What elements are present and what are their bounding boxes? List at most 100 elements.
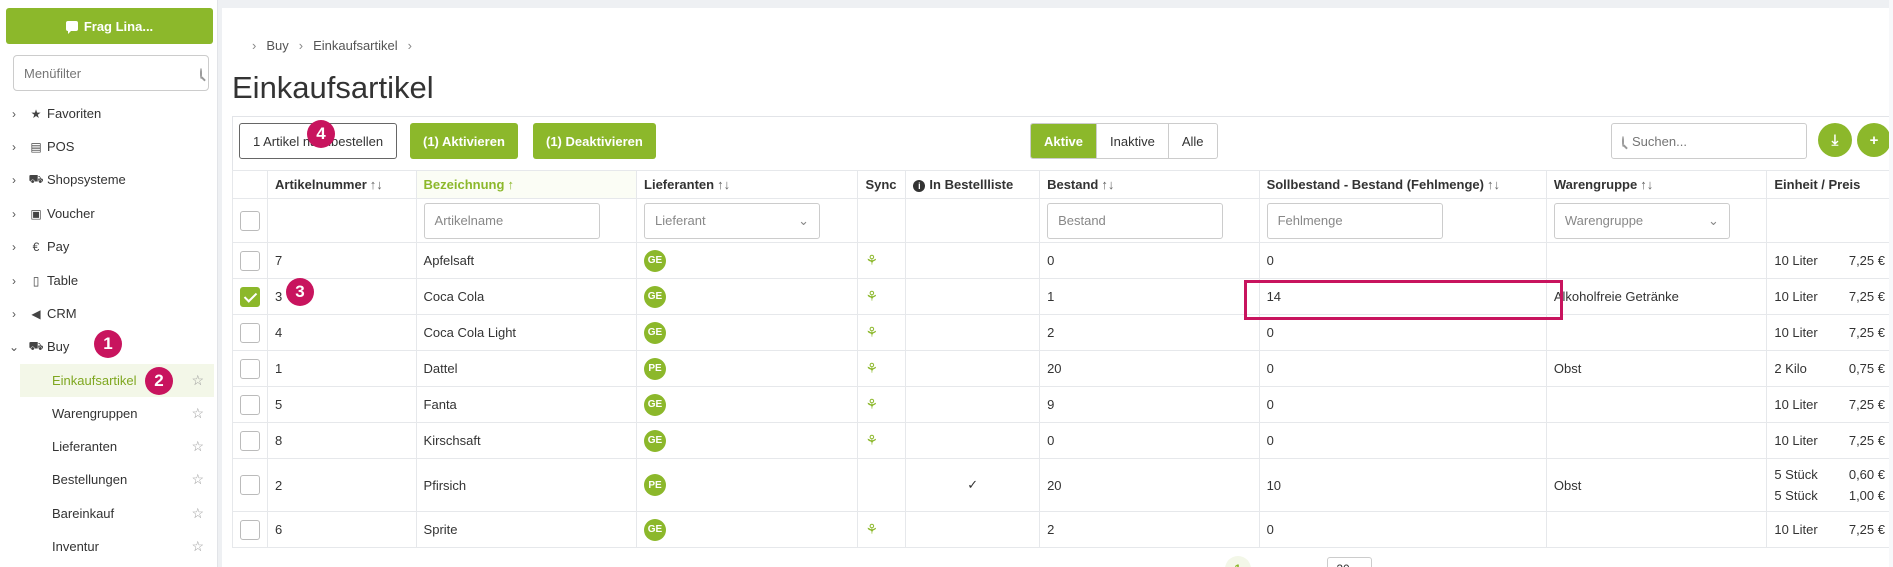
select-all-checkbox[interactable]: [240, 210, 260, 231]
table-row[interactable]: 3 Coca Cola GE ⚘ 1 14 Alkoholfreie Geträ…: [232, 278, 1893, 315]
supplier-badge: PE: [644, 357, 667, 380]
sidebar-item-shopsysteme[interactable]: › ⛟ Shopsysteme: [0, 163, 218, 196]
row-checkbox[interactable]: [240, 519, 260, 540]
filter-inactive-tab[interactable]: Inaktive: [1096, 124, 1168, 158]
sidebar-subitem-bestellungen[interactable]: Bestellungen ☆: [20, 463, 214, 496]
breadcrumb-einkaufsartikel[interactable]: Einkaufsartikel: [313, 38, 398, 53]
plus-icon: +: [1869, 131, 1879, 149]
prev-page-icon[interactable]: ‹: [1199, 562, 1203, 567]
filter-all-tab[interactable]: Alle: [1167, 124, 1217, 158]
menu-filter[interactable]: [13, 55, 209, 91]
last-page-icon[interactable]: »: [1299, 562, 1306, 567]
missing-filter-input[interactable]: Fehlmenge: [1266, 202, 1443, 239]
header-name[interactable]: Bezeichnung ↑: [415, 170, 638, 199]
filter-active-tab[interactable]: Aktive: [1031, 124, 1097, 158]
sidebar-item-label: CRM: [47, 306, 77, 321]
activate-button[interactable]: (1) Aktivieren: [410, 123, 518, 159]
frag-lina-button[interactable]: Frag Lina...: [6, 8, 213, 44]
row-checkbox[interactable]: [240, 322, 260, 343]
group-filter-select[interactable]: Warengruppe ⌄: [1553, 202, 1730, 239]
name-filter-input[interactable]: Artikelname: [423, 202, 600, 239]
star-outline-icon[interactable]: ☆: [191, 438, 204, 455]
sort-icon: ↑↓: [369, 177, 383, 192]
scrollbar-track[interactable]: [1889, 0, 1893, 567]
star-outline-icon[interactable]: ☆: [191, 538, 204, 555]
pos-icon: ▤: [30, 139, 42, 154]
header-target[interactable]: Sollbestand - Bestand (Fehlmenge) ↑↓: [1258, 170, 1547, 199]
search-input[interactable]: [1632, 133, 1808, 149]
sidebar-subitem-label: Lieferanten: [52, 439, 118, 454]
gift-icon: ▣: [30, 206, 42, 221]
row-checkbox[interactable]: [240, 430, 260, 451]
sidebar-subitem-lieferanten[interactable]: Lieferanten ☆: [20, 430, 214, 463]
deactivate-button[interactable]: (1) Deaktivieren: [533, 123, 656, 159]
supplier-filter-select[interactable]: Lieferant ⌄: [644, 202, 821, 239]
sync-icon: ⚘: [865, 288, 879, 304]
table-row[interactable]: 6 Sprite GE ⚘ 2 0 10 Liter 7,25 €: [232, 511, 1893, 548]
sidebar-item-pos[interactable]: › ▤ POS: [0, 130, 218, 163]
star-icon: ★: [30, 106, 42, 121]
sidebar-subitem-label: Einkaufsartikel: [52, 373, 137, 388]
chevron-down-icon: ⌄: [1707, 212, 1719, 228]
table-row[interactable]: 5 Fanta GE ⚘ 9 0 10 Liter 7,25 €: [232, 386, 1893, 423]
header-supplier[interactable]: Lieferanten ↑↓: [636, 170, 859, 199]
table-row[interactable]: 8 Kirschsaft GE ⚘ 0 0 10 Liter 7,25 €: [232, 422, 1893, 459]
sort-icon: ↑↓: [1640, 177, 1654, 192]
sidebar-subitem-label: Inventur: [52, 539, 99, 554]
page-size-select[interactable]: 20 ⌄: [1327, 557, 1373, 567]
supplier-badge: GE: [644, 518, 667, 541]
supplier-badge: GE: [644, 393, 667, 416]
sidebar-subitem-einkaufsartikel[interactable]: Einkaufsartikel ☆: [20, 364, 214, 397]
sync-icon: ⚘: [865, 432, 879, 448]
star-outline-icon[interactable]: ☆: [191, 372, 204, 389]
first-page-icon[interactable]: «: [1170, 562, 1177, 567]
chevron-right-icon: ›: [298, 38, 304, 53]
stock-filter-input[interactable]: Bestand: [1047, 202, 1224, 239]
sidebar-subitem-warengruppen[interactable]: Warengruppen ☆: [20, 397, 214, 430]
row-checkbox-checked[interactable]: [240, 286, 260, 307]
star-outline-icon[interactable]: ☆: [191, 405, 204, 422]
current-page[interactable]: 1: [1224, 556, 1251, 567]
header-artnr[interactable]: Artikelnummer ↑↓: [267, 170, 417, 199]
table-row[interactable]: 1 Dattel PE ⚘ 20 0 Obst 2 Kilo 0,75 €: [232, 350, 1893, 387]
main-content: › Buy › Einkaufsartikel › Einkaufsartike…: [222, 8, 1893, 567]
supplier-badge: GE: [644, 285, 667, 308]
add-button[interactable]: +: [1857, 123, 1891, 157]
row-checkbox[interactable]: [240, 394, 260, 415]
check-icon: ✓: [967, 477, 979, 492]
chevron-right-icon: ›: [12, 206, 16, 221]
sidebar-item-pay[interactable]: › € Pay: [0, 230, 218, 263]
annotation-badge-3: 3: [286, 278, 314, 306]
table-row[interactable]: 7 Apfelsaft GE ⚘ 0 0 10 Liter 7,25 €: [232, 242, 1893, 279]
sidebar-item-label: Buy: [47, 339, 70, 354]
menu-filter-input[interactable]: [24, 65, 200, 81]
next-page-icon[interactable]: ›: [1273, 562, 1277, 567]
row-checkbox[interactable]: [240, 475, 260, 495]
download-icon: ⤓: [1831, 131, 1839, 149]
table-row[interactable]: 2 Pfirsich PE ✓ 20 10 Obst 5 Stück 0,60 €…: [232, 458, 1893, 512]
header-group[interactable]: Warengruppe ↑↓: [1545, 170, 1768, 199]
table-row[interactable]: 4 Coca Cola Light GE ⚘ 2 0 10 Liter 7,25 …: [232, 314, 1893, 351]
sidebar-subitem-bareinkauf[interactable]: Bareinkauf ☆: [20, 497, 214, 530]
sidebar-item-label: Voucher: [47, 206, 95, 221]
row-checkbox[interactable]: [240, 250, 260, 271]
sidebar-item-favoriten[interactable]: › ★ Favoriten: [0, 97, 218, 130]
breadcrumb-buy[interactable]: Buy: [266, 38, 288, 53]
sidebar-item-label: Shopsysteme: [47, 172, 126, 187]
sidebar-item-voucher[interactable]: › ▣ Voucher: [0, 197, 218, 230]
sidebar-subitem-inventur[interactable]: Inventur ☆: [20, 530, 214, 563]
supplier-badge: PE: [644, 474, 667, 496]
search-icon: [200, 67, 202, 79]
download-button[interactable]: ⤓: [1818, 123, 1852, 157]
star-outline-icon[interactable]: ☆: [191, 471, 204, 488]
sidebar-item-crm[interactable]: › ◀ CRM: [0, 297, 218, 330]
supplier-badge: GE: [644, 429, 667, 452]
info-icon: i: [913, 180, 926, 192]
search-box[interactable]: [1611, 123, 1808, 159]
header-stock[interactable]: Bestand ↑↓: [1039, 170, 1260, 199]
breadcrumb: › Buy › Einkaufsartikel ›: [252, 38, 412, 53]
star-outline-icon[interactable]: ☆: [191, 505, 204, 522]
sidebar-item-table[interactable]: › ▯ Table: [0, 264, 218, 297]
sort-icon: ↑↓: [1101, 177, 1115, 192]
row-checkbox[interactable]: [240, 358, 260, 379]
